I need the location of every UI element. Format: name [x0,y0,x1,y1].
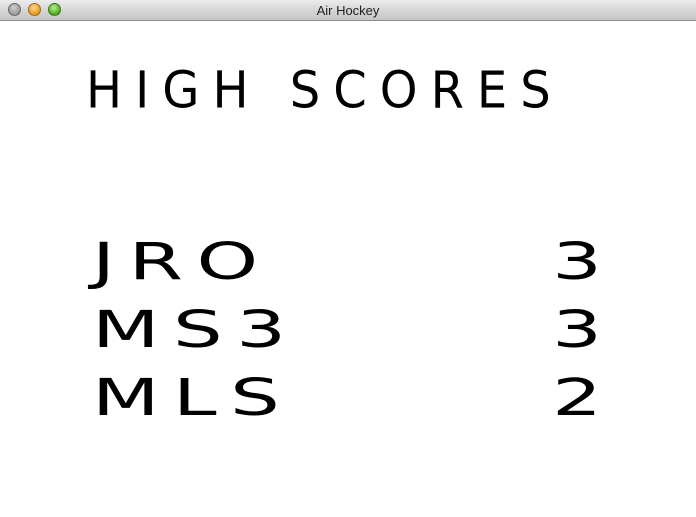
player-initials: MS3 [92,299,300,360]
window-title: Air Hockey [316,3,380,18]
title-bar[interactable]: Air Hockey [0,0,696,21]
score-row: MLS 2 [92,371,602,431]
player-score: 3 [552,231,602,292]
app-window: Air Hockey HIGH SCORES JRO 3 MS3 3 MLS 2 [0,0,696,517]
player-initials: JRO [92,231,272,292]
high-scores-screen: HIGH SCORES JRO 3 MS3 3 MLS 2 [0,21,696,517]
score-row: MS3 3 [92,303,602,363]
player-score: 3 [552,299,602,360]
high-scores-heading: HIGH SCORES [86,61,564,120]
player-initials: MLS [92,367,294,428]
player-score: 2 [552,367,602,428]
score-row: JRO 3 [92,235,602,295]
